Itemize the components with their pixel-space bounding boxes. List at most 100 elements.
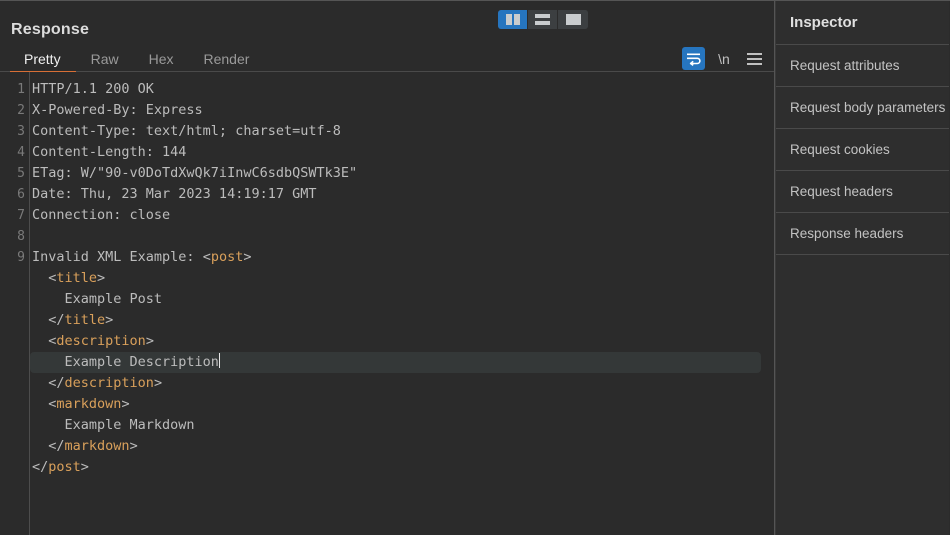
line-text: HTTP/1.1 200 OK [25,79,774,100]
line-number [0,373,25,394]
split-horizontal-layout-button[interactable] [528,10,558,29]
line-text: Content-Length: 144 [25,142,774,163]
single-pane-layout-button[interactable] [558,10,588,29]
burp-response-viewer: Response Pretty Raw Hex Render \n 1 HTTP… [0,0,950,535]
line-number: 5 [17,166,25,181]
line-number: 7 [17,208,25,223]
line-number [0,289,25,310]
line-text: <title> [25,268,774,289]
code-line[interactable]: </post> [0,457,774,478]
line-number [0,268,25,289]
line-text: Example Markdown [25,415,774,436]
code-token: Connection: close [32,207,171,223]
code-token: </ [32,459,49,475]
code-token: > [97,270,106,286]
response-code-editor[interactable]: 1 HTTP/1.1 200 OK 2 X-Powered-By: Express 3 C… [0,72,774,535]
inspector-title: Inspector [776,1,949,45]
code-token: title [64,312,106,328]
inspector-section-label: Request attributes [790,58,900,73]
tab-label: Render [203,51,250,67]
code-line[interactable]: 9 Invalid XML Example: <post> [0,247,774,268]
code-token: > [145,333,154,349]
code-token: Example Markdown [32,417,195,433]
code-token: > [129,438,138,454]
line-number [0,331,25,352]
code-line[interactable]: 2 X-Powered-By: Express [0,100,774,121]
code-line[interactable]: Example Description [0,352,774,373]
tab-raw[interactable]: Raw [76,51,134,73]
code-line[interactable]: </description> [0,373,774,394]
line-text: Invalid XML Example: <post> [25,247,774,268]
code-lines-container: 1 HTTP/1.1 200 OK 2 X-Powered-By: Express 3 C… [0,79,774,478]
code-token: > [105,312,114,328]
inspector-section-request-body-parameters[interactable]: Request body parameters [776,87,949,129]
response-toolbar: \n [682,47,766,70]
line-number: 4 [17,145,25,160]
menu-icon [747,52,762,65]
code-token: X-Powered-By: Express [32,102,203,118]
response-header: Response Pretty Raw Hex Render \n [0,1,774,73]
code-token: </ [48,312,65,328]
code-line[interactable]: 8 [0,226,774,247]
code-line[interactable]: 6 Date: Thu, 23 Mar 2023 14:19:17 GMT [0,184,774,205]
tab-render[interactable]: Render [189,51,265,73]
line-text: </description> [25,373,774,394]
code-token: ETag: W/"90-v0DoTdXwQk7iInwC6sdbQSWTk3E" [32,165,358,181]
inspector-section-request-attributes[interactable]: Request attributes [776,45,949,87]
code-line[interactable]: 1 HTTP/1.1 200 OK [0,79,774,100]
line-number [0,310,25,331]
inspector-pane: Inspector Request attributes Request body… [775,1,949,535]
code-line[interactable]: </title> [0,310,774,331]
inspector-sections: Request attributes Request body parameter… [776,45,949,255]
code-line[interactable]: 5 ETag: W/"90-v0DoTdXwQk7iInwC6sdbQSWTk3E… [0,163,774,184]
code-token: markdown [64,438,130,454]
single-pane-icon [565,14,581,25]
line-number: 8 [17,229,25,244]
code-token: Example Post [32,291,163,307]
code-line[interactable]: <title> [0,268,774,289]
line-number: 2 [17,103,25,118]
line-number: 6 [17,187,25,202]
word-wrap-button[interactable] [682,47,705,70]
response-tabs: Pretty Raw Hex Render [10,51,264,73]
code-line[interactable]: 4 Content-Length: 144 [0,142,774,163]
response-menu-button[interactable] [743,47,766,70]
tab-pretty[interactable]: Pretty [10,51,76,73]
page-title: Response [11,21,90,38]
newline-toggle-button[interactable]: \n [714,51,734,67]
line-text: <markdown> [25,394,774,415]
inspector-section-request-headers[interactable]: Request headers [776,171,949,213]
code-line[interactable]: 3 Content-Type: text/html; charset=utf-8 [0,121,774,142]
code-token: > [243,249,252,265]
inspector-section-label: Request headers [790,184,893,199]
code-line[interactable]: </markdown> [0,436,774,457]
code-line[interactable]: <markdown> [0,394,774,415]
split-vertical-icon [505,14,520,25]
line-text: Example Description [25,352,774,373]
code-line[interactable]: Example Markdown [0,415,774,436]
line-number [0,415,25,436]
code-token: title [56,270,98,286]
code-token: Content-Length: 144 [32,144,187,160]
line-text: </post> [25,457,774,478]
code-line[interactable]: <description> [0,331,774,352]
inspector-section-request-cookies[interactable]: Request cookies [776,129,949,171]
code-line[interactable]: 7 Connection: close [0,205,774,226]
line-number: 1 [17,82,25,97]
code-token: HTTP/1.1 200 OK [32,81,154,97]
line-number [0,394,25,415]
split-vertical-layout-button[interactable] [498,10,528,29]
layout-toggle-group[interactable] [498,10,588,29]
inspector-section-response-headers[interactable]: Response headers [776,213,949,255]
code-token: description [56,333,146,349]
tab-label: Raw [90,51,119,67]
code-token: Invalid XML Example: [32,249,203,265]
code-line[interactable]: Example Post [0,289,774,310]
tab-label: Hex [148,51,174,67]
line-number: 9 [17,250,25,265]
tab-hex[interactable]: Hex [134,51,189,73]
